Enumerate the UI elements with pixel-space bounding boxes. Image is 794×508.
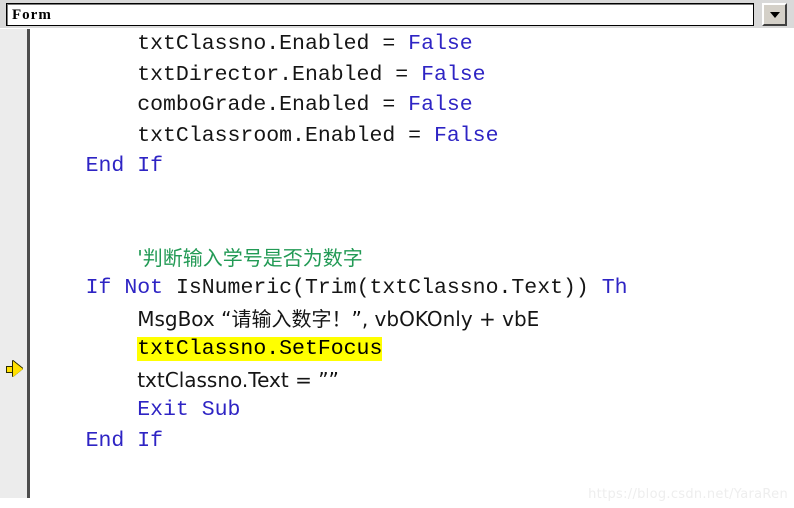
code-line[interactable]: '判断输入学号是否为数字 [34,243,794,274]
code-keyword: False [433,123,499,148]
code-keyword: End If [85,428,164,453]
code-line[interactable]: comboGrade.Enabled = False [34,90,794,121]
code-line[interactable]: txtClassno.SetFocus [34,334,794,365]
object-selector-value: Form [12,7,52,23]
code-identifier: txtClassroom.Enabled = [137,123,434,148]
code-keyword: End If [85,154,164,178]
code-line[interactable]: End If [34,151,794,182]
code-line[interactable]: If Not IsNumeric(Trim(txtClassno.Text)) … [34,273,794,304]
code-line[interactable]: txtClassno.Enabled = False [34,29,794,60]
code-line[interactable] [34,182,794,213]
code-identifier: txtDirector.Enabled = [137,62,422,87]
code-keyword: False [408,32,473,56]
code-line[interactable] [34,212,794,243]
code-line[interactable]: Exit Sub [34,395,794,426]
watermark-text: https://blog.csdn.net/YaraRen [588,487,788,502]
arrow-head [13,361,23,377]
code-identifier: MsgBox “请输入数字！”, vbOKOnly + vbE [137,306,540,331]
code-line[interactable]: End If [34,426,794,457]
code-identifier: comboGrade.Enabled = [137,93,409,117]
code-keyword: Th [601,276,628,300]
code-keyword: If Not [85,276,176,300]
code-identifier: IsNumeric(Trim(txtClassno.Text)) [175,276,602,300]
code-editor-pane[interactable]: txtClassno.Enabled = False txtDirector.E… [0,29,794,508]
code-comment: '判断输入学号是否为数字 [137,245,363,270]
code-identifier: txtClassno.Text = ”” [137,367,339,392]
object-selector-bar: Form [0,0,794,29]
code-line[interactable]: txtClassroom.Enabled = False [34,121,794,152]
highlighted-code-token: txtClassno.SetFocus [137,337,383,361]
code-line[interactable]: txtDirector.Enabled = False [34,60,794,91]
editor-margin-divider [27,29,30,498]
editor-margin-indicator-bar[interactable] [0,29,27,498]
code-line[interactable]: MsgBox “请输入数字！”, vbOKOnly + vbE [34,304,794,335]
code-keyword: False [408,93,473,117]
object-selector-dropdown-button[interactable] [762,3,787,26]
code-line[interactable]: txtClassno.Text = ”” [34,365,794,396]
code-text-block[interactable]: txtClassno.Enabled = False txtDirector.E… [34,29,794,456]
code-keyword: False [421,62,486,87]
code-identifier: txtClassno.Enabled = [137,32,409,56]
code-keyword: Exit Sub [137,398,241,422]
object-selector-combobox[interactable]: Form [6,3,754,26]
vb-code-editor-window: Form txtClassno.Enabled = False txtDirec… [0,0,794,508]
chevron-down-icon [769,11,780,18]
yellow-right-arrow-icon[interactable] [6,361,23,378]
